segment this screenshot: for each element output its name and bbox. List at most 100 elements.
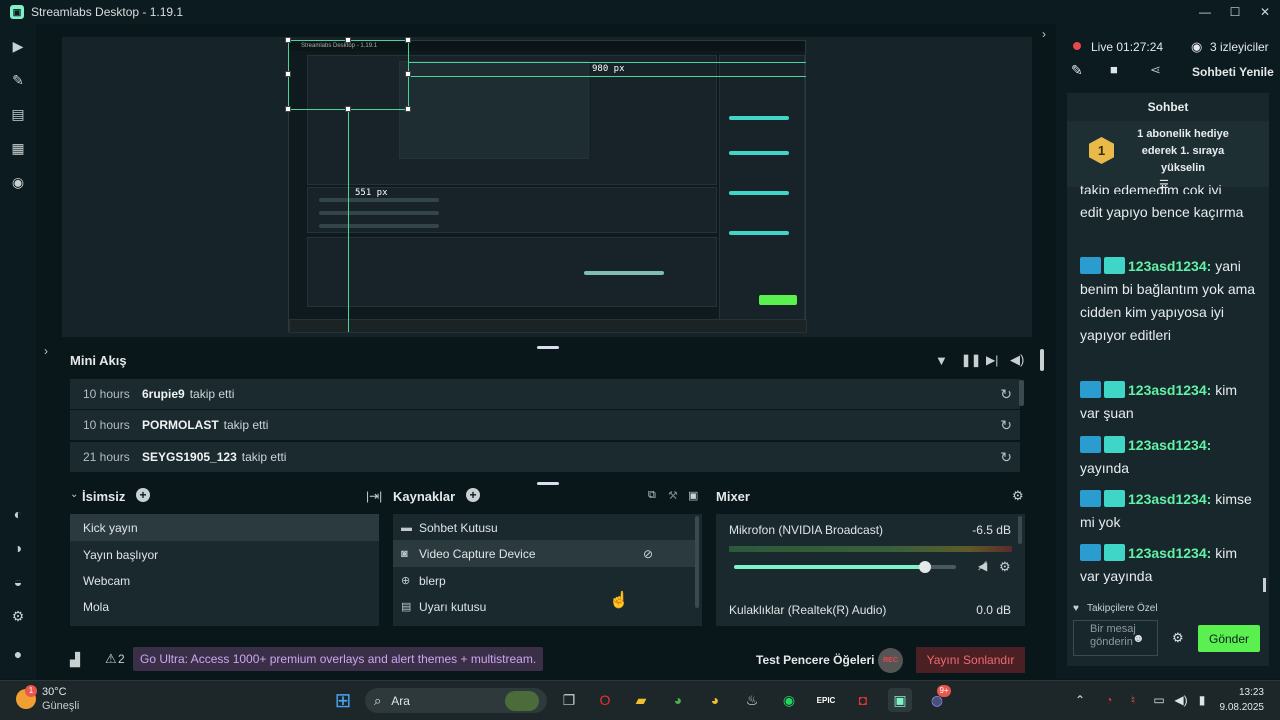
scene-item[interactable]: Webcam — [70, 567, 379, 594]
minimize-icon[interactable]: — — [1190, 0, 1220, 24]
streamlabs-icon[interactable]: ▣ — [888, 688, 912, 712]
end-stream-button[interactable]: Yayını Sonlandır — [916, 647, 1025, 673]
taskbar-search[interactable]: ⌕ Ara — [365, 688, 547, 713]
source-item[interactable]: ▤ Uyarı kutusu — [393, 593, 695, 620]
resize-handle[interactable] — [405, 37, 411, 43]
integrations-icon[interactable]: ◒ — [8, 572, 28, 592]
clock-time[interactable]: 13:23 — [1220, 687, 1264, 698]
resize-handle[interactable] — [345, 106, 351, 112]
chat-text: yayında — [1080, 460, 1130, 476]
sources-scrollbar[interactable] — [695, 516, 699, 608]
resize-divider[interactable] — [537, 346, 559, 349]
add-folder-icon[interactable]: ▣ — [688, 489, 698, 502]
file-explorer-icon[interactable]: ▰ — [629, 688, 653, 712]
microphone-icon[interactable]: ♮ — [1121, 688, 1145, 712]
scene-item[interactable]: Kick yayın — [70, 514, 379, 541]
feed-list-scrollbar[interactable] — [1019, 380, 1024, 406]
tray-app-icon[interactable]: ◔ — [1097, 688, 1121, 712]
battery-icon[interactable]: ▮ — [1190, 688, 1214, 712]
group-icon[interactable]: ⧉ — [648, 489, 656, 502]
test-widgets-button[interactable]: Test Pencere Öğeleri — [756, 653, 875, 667]
tools-icon[interactable]: ◑ — [8, 538, 28, 558]
nested-mixer-bar — [584, 271, 664, 275]
collapse-right-icon[interactable]: › — [1042, 27, 1046, 41]
chat-username[interactable]: 123asd1234 — [1128, 545, 1207, 561]
resize-handle[interactable] — [285, 71, 291, 77]
tray-chevron-icon[interactable]: ⌃ — [1068, 688, 1092, 712]
chat-input[interactable]: Bir mesaj gönderin — [1073, 620, 1158, 656]
visibility-toggle-icon[interactable]: ⊘ — [643, 547, 653, 561]
pause-icon[interactable]: ❚❚ — [961, 353, 981, 367]
properties-icon[interactable]: ⚒ — [668, 489, 678, 502]
resize-handle[interactable] — [405, 106, 411, 112]
scene-transitions-icon[interactable]: |⇥| — [366, 489, 382, 503]
ultra-icon[interactable]: ◐ — [8, 504, 28, 524]
opera-icon[interactable]: O — [593, 688, 617, 712]
app-logo-icon: ▣ — [10, 5, 24, 19]
clock-date[interactable]: 9.08.2025 — [1216, 702, 1265, 713]
steam-icon[interactable]: ♨ — [740, 688, 764, 712]
windows-start-icon[interactable]: ⊞ — [331, 688, 355, 712]
task-view-icon[interactable]: ❐ — [557, 688, 581, 712]
volume-icon[interactable]: ◀) — [1010, 352, 1024, 368]
mixer-scrollbar[interactable] — [1018, 516, 1022, 544]
chat-username[interactable]: 123asd1234 — [1128, 258, 1207, 274]
volume-knob[interactable] — [918, 561, 931, 573]
alerts-icon[interactable]: ⚠ — [105, 651, 117, 667]
chat-username[interactable]: 123asd1234 — [1128, 382, 1207, 398]
repeat-alert-icon[interactable]: ↻ — [1000, 449, 1012, 466]
close-icon[interactable]: ✕ — [1250, 0, 1280, 24]
skip-icon[interactable]: ▶| — [986, 353, 998, 367]
repeat-alert-icon[interactable]: ↻ — [1000, 386, 1012, 403]
stats-icon[interactable]: ▟ — [70, 652, 80, 668]
chevron-down-icon[interactable]: ⌄ — [70, 489, 78, 500]
chat-settings-icon[interactable]: ⚙ — [1172, 630, 1184, 646]
spotify-icon[interactable]: ◉ — [777, 688, 801, 712]
refresh-chat-button[interactable]: Sohbeti Yenile — [1192, 65, 1274, 79]
send-button[interactable]: Gönder — [1198, 625, 1260, 652]
settings-icon[interactable]: ⚙ — [8, 606, 28, 626]
mute-icon[interactable]: ◀̸ — [978, 559, 987, 573]
chrome-icon[interactable]: ◕ — [703, 688, 727, 712]
chat-username[interactable]: 123asd1234 — [1128, 491, 1207, 507]
maximize-icon[interactable]: ☐ — [1220, 0, 1250, 24]
mixer-settings-icon[interactable]: ⚙ — [1012, 488, 1024, 504]
themes-icon[interactable]: ✎ — [8, 70, 28, 90]
filter-icon[interactable]: ▼ — [935, 353, 948, 368]
red-app-icon[interactable]: ◘ — [851, 688, 875, 712]
source-item[interactable]: ⊕ blerp — [393, 567, 695, 594]
camera-settings-icon[interactable]: ■ — [1110, 62, 1118, 77]
resize-handle[interactable] — [405, 71, 411, 77]
profile-icon[interactable]: ● — [8, 644, 28, 664]
apps-icon[interactable]: ▦ — [8, 138, 28, 158]
mod-badge-icon — [1080, 544, 1101, 561]
scene-item[interactable]: Yayın başlıyor — [70, 541, 379, 568]
chrome-dev-icon[interactable]: ◕ — [666, 688, 690, 712]
channel-settings-icon[interactable]: ⚙ — [999, 559, 1011, 575]
resize-divider[interactable] — [537, 482, 559, 485]
chat-username[interactable]: 123asd1234 — [1128, 437, 1207, 453]
volume-slider[interactable] — [734, 561, 956, 573]
emoji-icon[interactable]: ☻ — [1132, 631, 1145, 645]
store-icon[interactable]: ▤ — [8, 104, 28, 124]
repeat-alert-icon[interactable]: ↻ — [1000, 417, 1012, 434]
feed-scrollbar[interactable] — [1040, 349, 1044, 371]
chat-scrollbar[interactable] — [1263, 578, 1266, 592]
highlighter-icon[interactable]: ◉ — [8, 172, 28, 192]
ultra-promo-banner[interactable]: Go Ultra: Access 1000+ premium overlays … — [133, 647, 544, 671]
add-scene-icon[interactable]: + — [136, 488, 150, 502]
resize-handle[interactable] — [345, 37, 351, 43]
add-source-icon[interactable]: + — [466, 488, 480, 502]
network-icon[interactable]: ▭ — [1147, 688, 1171, 712]
resize-handle[interactable] — [285, 106, 291, 112]
rec-button[interactable]: REC — [878, 648, 903, 673]
share-icon[interactable]: ⋖ — [1150, 62, 1161, 78]
resize-handle[interactable] — [285, 37, 291, 43]
source-item[interactable]: ▬ Sohbet Kutusu — [393, 514, 695, 541]
edit-stream-icon[interactable]: ✎ — [1071, 62, 1083, 79]
editor-icon[interactable]: ▶ — [8, 36, 28, 56]
epic-games-icon[interactable]: EPIC — [814, 688, 838, 712]
expand-left-icon[interactable]: › — [44, 344, 48, 358]
source-item[interactable]: ◙ Video Capture Device ⊘ — [393, 540, 695, 567]
scene-item[interactable]: Mola — [70, 593, 379, 620]
